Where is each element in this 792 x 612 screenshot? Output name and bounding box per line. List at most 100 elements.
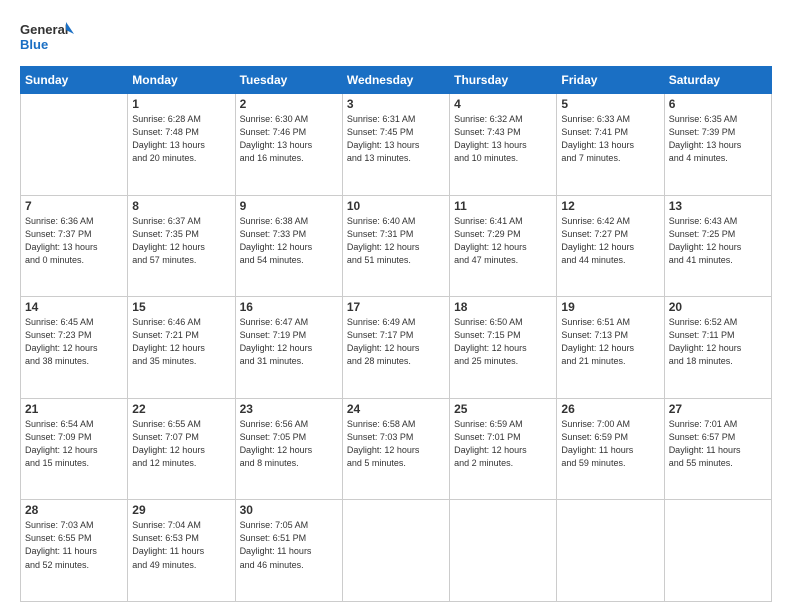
svg-text:Blue: Blue	[20, 37, 48, 52]
day-number: 25	[454, 402, 552, 416]
day-number: 26	[561, 402, 659, 416]
day-info: Sunrise: 6:49 AM Sunset: 7:17 PM Dayligh…	[347, 316, 445, 368]
day-number: 20	[669, 300, 767, 314]
day-number: 13	[669, 199, 767, 213]
day-number: 10	[347, 199, 445, 213]
day-number: 17	[347, 300, 445, 314]
day-number: 5	[561, 97, 659, 111]
calendar-cell	[21, 94, 128, 196]
day-info: Sunrise: 6:41 AM Sunset: 7:29 PM Dayligh…	[454, 215, 552, 267]
calendar-cell	[450, 500, 557, 602]
col-header-wednesday: Wednesday	[342, 67, 449, 94]
day-info: Sunrise: 6:40 AM Sunset: 7:31 PM Dayligh…	[347, 215, 445, 267]
calendar-table: SundayMondayTuesdayWednesdayThursdayFrid…	[20, 66, 772, 602]
calendar-header-row: SundayMondayTuesdayWednesdayThursdayFrid…	[21, 67, 772, 94]
calendar-cell: 24Sunrise: 6:58 AM Sunset: 7:03 PM Dayli…	[342, 398, 449, 500]
day-number: 23	[240, 402, 338, 416]
day-info: Sunrise: 7:01 AM Sunset: 6:57 PM Dayligh…	[669, 418, 767, 470]
calendar-cell	[664, 500, 771, 602]
day-number: 8	[132, 199, 230, 213]
day-info: Sunrise: 6:51 AM Sunset: 7:13 PM Dayligh…	[561, 316, 659, 368]
calendar-cell: 29 Sunrise: 7:04 AM Sunset: 6:53 PM Dayli…	[128, 500, 235, 602]
day-info: Sunrise: 6:30 AM Sunset: 7:46 PM Dayligh…	[240, 113, 338, 165]
calendar-cell: 16 Sunrise: 6:47 AM Sunset: 7:19 PM Dayli…	[235, 297, 342, 399]
day-number: 27	[669, 402, 767, 416]
day-info: Sunrise: 6:42 AM Sunset: 7:27 PM Dayligh…	[561, 215, 659, 267]
day-info: Sunrise: 6:54 AM Sunset: 7:09 PM Dayligh…	[25, 418, 123, 470]
calendar-cell: 22 Sunrise: 6:55 AM Sunset: 7:07 PM Dayli…	[128, 398, 235, 500]
day-number: 14	[25, 300, 123, 314]
week-row-5: 28 Sunrise: 7:03 AM Sunset: 6:55 PM Dayli…	[21, 500, 772, 602]
day-info: Sunrise: 7:05 AM Sunset: 6:51 PM Dayligh…	[240, 519, 338, 571]
day-info: Sunrise: 7:03 AM Sunset: 6:55 PM Dayligh…	[25, 519, 123, 571]
calendar-cell: 30Sunrise: 7:05 AM Sunset: 6:51 PM Dayli…	[235, 500, 342, 602]
calendar-cell: 4Sunrise: 6:32 AM Sunset: 7:43 PM Daylig…	[450, 94, 557, 196]
day-number: 22	[132, 402, 230, 416]
col-header-tuesday: Tuesday	[235, 67, 342, 94]
day-info: Sunrise: 6:43 AM Sunset: 7:25 PM Dayligh…	[669, 215, 767, 267]
svg-text:General: General	[20, 22, 68, 37]
day-number: 12	[561, 199, 659, 213]
day-info: Sunrise: 6:31 AM Sunset: 7:45 PM Dayligh…	[347, 113, 445, 165]
calendar-cell: 28 Sunrise: 7:03 AM Sunset: 6:55 PM Dayli…	[21, 500, 128, 602]
calendar-cell: 12 Sunrise: 6:42 AM Sunset: 7:27 PM Dayli…	[557, 195, 664, 297]
day-number: 4	[454, 97, 552, 111]
calendar-cell: 6 Sunrise: 6:35 AM Sunset: 7:39 PM Daylig…	[664, 94, 771, 196]
week-row-4: 21 Sunrise: 6:54 AM Sunset: 7:09 PM Dayli…	[21, 398, 772, 500]
day-info: Sunrise: 6:36 AM Sunset: 7:37 PM Dayligh…	[25, 215, 123, 267]
day-info: Sunrise: 6:33 AM Sunset: 7:41 PM Dayligh…	[561, 113, 659, 165]
day-info: Sunrise: 6:38 AM Sunset: 7:33 PM Dayligh…	[240, 215, 338, 267]
calendar-cell: 13 Sunrise: 6:43 AM Sunset: 7:25 PM Dayli…	[664, 195, 771, 297]
day-info: Sunrise: 6:45 AM Sunset: 7:23 PM Dayligh…	[25, 316, 123, 368]
day-info: Sunrise: 6:35 AM Sunset: 7:39 PM Dayligh…	[669, 113, 767, 165]
day-info: Sunrise: 6:47 AM Sunset: 7:19 PM Dayligh…	[240, 316, 338, 368]
day-number: 28	[25, 503, 123, 517]
calendar-cell: 23 Sunrise: 6:56 AM Sunset: 7:05 PM Dayli…	[235, 398, 342, 500]
calendar-cell: 20 Sunrise: 6:52 AM Sunset: 7:11 PM Dayli…	[664, 297, 771, 399]
week-row-3: 14 Sunrise: 6:45 AM Sunset: 7:23 PM Dayli…	[21, 297, 772, 399]
day-info: Sunrise: 7:00 AM Sunset: 6:59 PM Dayligh…	[561, 418, 659, 470]
calendar-cell: 18Sunrise: 6:50 AM Sunset: 7:15 PM Dayli…	[450, 297, 557, 399]
day-info: Sunrise: 6:55 AM Sunset: 7:07 PM Dayligh…	[132, 418, 230, 470]
col-header-monday: Monday	[128, 67, 235, 94]
calendar-cell: 15Sunrise: 6:46 AM Sunset: 7:21 PM Dayli…	[128, 297, 235, 399]
logo: GeneralBlue	[20, 18, 75, 56]
day-number: 3	[347, 97, 445, 111]
calendar-cell: 21 Sunrise: 6:54 AM Sunset: 7:09 PM Dayli…	[21, 398, 128, 500]
calendar-cell: 27 Sunrise: 7:01 AM Sunset: 6:57 PM Dayli…	[664, 398, 771, 500]
calendar-cell: 8Sunrise: 6:37 AM Sunset: 7:35 PM Daylig…	[128, 195, 235, 297]
col-header-friday: Friday	[557, 67, 664, 94]
day-number: 6	[669, 97, 767, 111]
calendar-cell: 11Sunrise: 6:41 AM Sunset: 7:29 PM Dayli…	[450, 195, 557, 297]
calendar-cell: 17 Sunrise: 6:49 AM Sunset: 7:17 PM Dayli…	[342, 297, 449, 399]
day-number: 7	[25, 199, 123, 213]
calendar-cell: 14 Sunrise: 6:45 AM Sunset: 7:23 PM Dayli…	[21, 297, 128, 399]
calendar-cell: 3 Sunrise: 6:31 AM Sunset: 7:45 PM Daylig…	[342, 94, 449, 196]
calendar-cell: 9 Sunrise: 6:38 AM Sunset: 7:33 PM Daylig…	[235, 195, 342, 297]
day-number: 16	[240, 300, 338, 314]
col-header-saturday: Saturday	[664, 67, 771, 94]
day-number: 2	[240, 97, 338, 111]
calendar-cell: 26 Sunrise: 7:00 AM Sunset: 6:59 PM Dayli…	[557, 398, 664, 500]
day-number: 21	[25, 402, 123, 416]
day-info: Sunrise: 6:52 AM Sunset: 7:11 PM Dayligh…	[669, 316, 767, 368]
col-header-sunday: Sunday	[21, 67, 128, 94]
calendar-cell: 7 Sunrise: 6:36 AM Sunset: 7:37 PM Daylig…	[21, 195, 128, 297]
calendar-cell: 1 Sunrise: 6:28 AM Sunset: 7:48 PM Daylig…	[128, 94, 235, 196]
calendar-cell: 5 Sunrise: 6:33 AM Sunset: 7:41 PM Daylig…	[557, 94, 664, 196]
day-number: 19	[561, 300, 659, 314]
week-row-2: 7 Sunrise: 6:36 AM Sunset: 7:37 PM Daylig…	[21, 195, 772, 297]
day-info: Sunrise: 6:28 AM Sunset: 7:48 PM Dayligh…	[132, 113, 230, 165]
day-number: 29	[132, 503, 230, 517]
day-info: Sunrise: 6:56 AM Sunset: 7:05 PM Dayligh…	[240, 418, 338, 470]
logo-svg: GeneralBlue	[20, 18, 75, 56]
col-header-thursday: Thursday	[450, 67, 557, 94]
day-number: 9	[240, 199, 338, 213]
day-info: Sunrise: 6:50 AM Sunset: 7:15 PM Dayligh…	[454, 316, 552, 368]
day-number: 15	[132, 300, 230, 314]
day-info: Sunrise: 7:04 AM Sunset: 6:53 PM Dayligh…	[132, 519, 230, 571]
calendar-cell: 2 Sunrise: 6:30 AM Sunset: 7:46 PM Daylig…	[235, 94, 342, 196]
calendar-cell	[342, 500, 449, 602]
day-number: 1	[132, 97, 230, 111]
day-info: Sunrise: 6:58 AM Sunset: 7:03 PM Dayligh…	[347, 418, 445, 470]
